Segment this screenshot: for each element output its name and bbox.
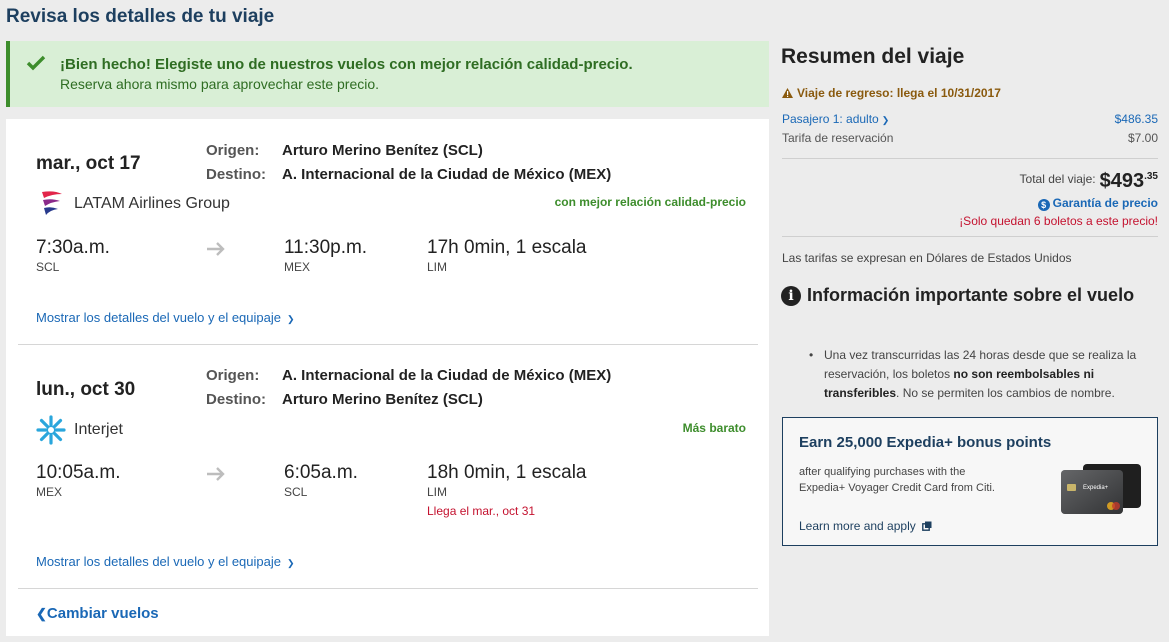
guarantee-label: Garantía de precio bbox=[1052, 196, 1158, 210]
passenger-toggle[interactable]: Pasajero 1: adulto ❯ bbox=[782, 112, 889, 126]
checkmark-icon bbox=[26, 55, 46, 71]
interjet-logo-icon bbox=[36, 415, 66, 445]
success-alert: ¡Bien hecho! Elegiste uno de nuestros vu… bbox=[6, 41, 769, 107]
info-icon: i bbox=[781, 286, 801, 306]
alert-subline: Reserva ahora mismo para aprovechar este… bbox=[60, 76, 380, 92]
return-arrival-warning: Viaje de regreso: llega el 10/31/2017 bbox=[782, 86, 1001, 100]
arrival-code: SCL bbox=[284, 485, 308, 499]
destination-airport: A. Internacional de la Ciudad de México … bbox=[282, 166, 612, 183]
next-day-arrival-note: Llega el mar., oct 31 bbox=[427, 504, 536, 518]
promo-title: Earn 25,000 Expedia+ bonus points bbox=[799, 434, 1052, 451]
show-details-label: Mostrar los detalles del vuelo y el equi… bbox=[36, 310, 281, 325]
total-amount: $493 bbox=[1099, 170, 1145, 192]
warning-text: Viaje de regreso: llega el 10/31/2017 bbox=[797, 86, 1001, 100]
cheapest-tag: Más barato bbox=[682, 421, 746, 435]
chevron-down-icon: ❯​ bbox=[286, 314, 295, 324]
leg-divider bbox=[18, 344, 758, 345]
departure-code: SCL bbox=[36, 260, 60, 274]
leg-divider bbox=[18, 588, 758, 589]
airline-name: LATAM Airlines Group bbox=[74, 195, 230, 212]
warning-icon bbox=[782, 88, 793, 98]
dollar-icon: $ bbox=[1037, 199, 1050, 211]
change-flights-label: Cambiar vuelos bbox=[46, 605, 159, 622]
destination-label: Destino: bbox=[206, 166, 266, 183]
fee-price: $7.00 bbox=[1127, 131, 1158, 145]
bullet-dot: • bbox=[809, 348, 814, 362]
fee-label: Tarifa de reservación bbox=[782, 131, 894, 145]
promo-description: after qualifying purchases with the Expe… bbox=[799, 466, 995, 494]
arrival-time: 11:30p.m. bbox=[284, 237, 368, 258]
passenger-row: Pasajero 1: adulto ❯ $486.35 bbox=[782, 112, 1158, 126]
destination-airport: Arturo Merino Benítez (SCL) bbox=[282, 391, 483, 408]
best-value-tag: con mejor relación calidad-precio bbox=[554, 195, 746, 209]
passenger-label: Pasajero 1: adulto bbox=[782, 112, 879, 126]
airline-name: Interjet bbox=[74, 421, 123, 438]
fee-row: Tarifa de reservación $7.00 bbox=[782, 131, 1158, 145]
leg-date: lun., oct 30 bbox=[36, 379, 136, 400]
summary-divider bbox=[782, 158, 1158, 159]
page-title: Revisa los detalles de tu viaje bbox=[6, 6, 275, 27]
credit-card-image: Expedia+ bbox=[1061, 464, 1141, 514]
flight-duration: 17h 0min, 1 escala bbox=[427, 237, 587, 258]
total-label: Total del viaje: bbox=[1019, 172, 1096, 186]
currency-note: Las tarifas se expresan en Dólares de Es… bbox=[782, 251, 1072, 265]
total-cents: .35 bbox=[1144, 171, 1158, 182]
arrow-right-icon bbox=[207, 467, 225, 481]
expedia-promo-card: Earn 25,000 Expedia+ bonus points after … bbox=[782, 417, 1158, 546]
departure-time: 7:30a.m. bbox=[36, 237, 110, 258]
flight-duration: 18h 0min, 1 escala bbox=[427, 462, 587, 483]
origin-label: Origen: bbox=[206, 142, 260, 159]
external-link-icon bbox=[922, 521, 932, 531]
trip-total: Total del viaje: $493.35 bbox=[1020, 170, 1158, 193]
destination-label: Destino: bbox=[206, 391, 266, 408]
chevron-down-icon: ❯ bbox=[286, 558, 295, 568]
change-flights-link[interactable]: ❮Cambiar vuelos bbox=[36, 605, 159, 622]
latam-logo-icon bbox=[42, 191, 62, 215]
summary-title: Resumen del viaje bbox=[781, 45, 965, 68]
summary-divider bbox=[782, 236, 1158, 237]
origin-label: Origen: bbox=[206, 367, 260, 384]
passenger-price: $486.35 bbox=[1114, 112, 1158, 126]
arrival-time: 6:05a.m. bbox=[284, 462, 358, 483]
arrow-right-icon bbox=[207, 242, 225, 256]
price-guarantee-link[interactable]: $ Garantía de precio bbox=[1037, 196, 1158, 211]
chevron-left-icon: ❮ bbox=[36, 606, 47, 621]
learn-more-label: Learn more and apply bbox=[799, 519, 916, 533]
learn-more-link[interactable]: Learn more and apply bbox=[799, 519, 932, 533]
flights-panel: mar., oct 17 Origen: Arturo Merino Benít… bbox=[6, 119, 769, 636]
show-details-link[interactable]: Mostrar los detalles del vuelo y el equi… bbox=[36, 310, 295, 325]
show-details-label: Mostrar los detalles del vuelo y el equi… bbox=[36, 554, 281, 569]
seats-left-notice: ¡Solo quedan 6 boletos a este precio! bbox=[959, 214, 1158, 228]
bullet-text-post: . No se permiten los cambios de nombre. bbox=[896, 386, 1115, 400]
chevron-down-icon: ❯ bbox=[881, 115, 890, 125]
leg-date: mar., oct 17 bbox=[36, 153, 141, 174]
important-info-title: i Información importante sobre el vuelo bbox=[781, 282, 1141, 309]
stop-code: LIM bbox=[427, 485, 448, 499]
info-title-text: Información importante sobre el vuelo bbox=[807, 285, 1135, 305]
alert-headline: ¡Bien hecho! Elegiste uno de nuestros vu… bbox=[60, 56, 633, 73]
card-brand-text: Expedia+ bbox=[1083, 485, 1109, 491]
origin-airport: A. Internacional de la Ciudad de México … bbox=[282, 367, 612, 384]
arrival-code: MEX bbox=[284, 260, 311, 274]
departure-code: MEX bbox=[36, 485, 63, 499]
show-details-link[interactable]: Mostrar los detalles del vuelo y el equi… bbox=[36, 554, 295, 569]
origin-airport: Arturo Merino Benítez (SCL) bbox=[282, 142, 483, 159]
info-bullet: • Una vez transcurridas las 24 horas des… bbox=[809, 346, 1158, 403]
stop-code: LIM bbox=[427, 260, 448, 274]
departure-time: 10:05a.m. bbox=[36, 462, 121, 483]
